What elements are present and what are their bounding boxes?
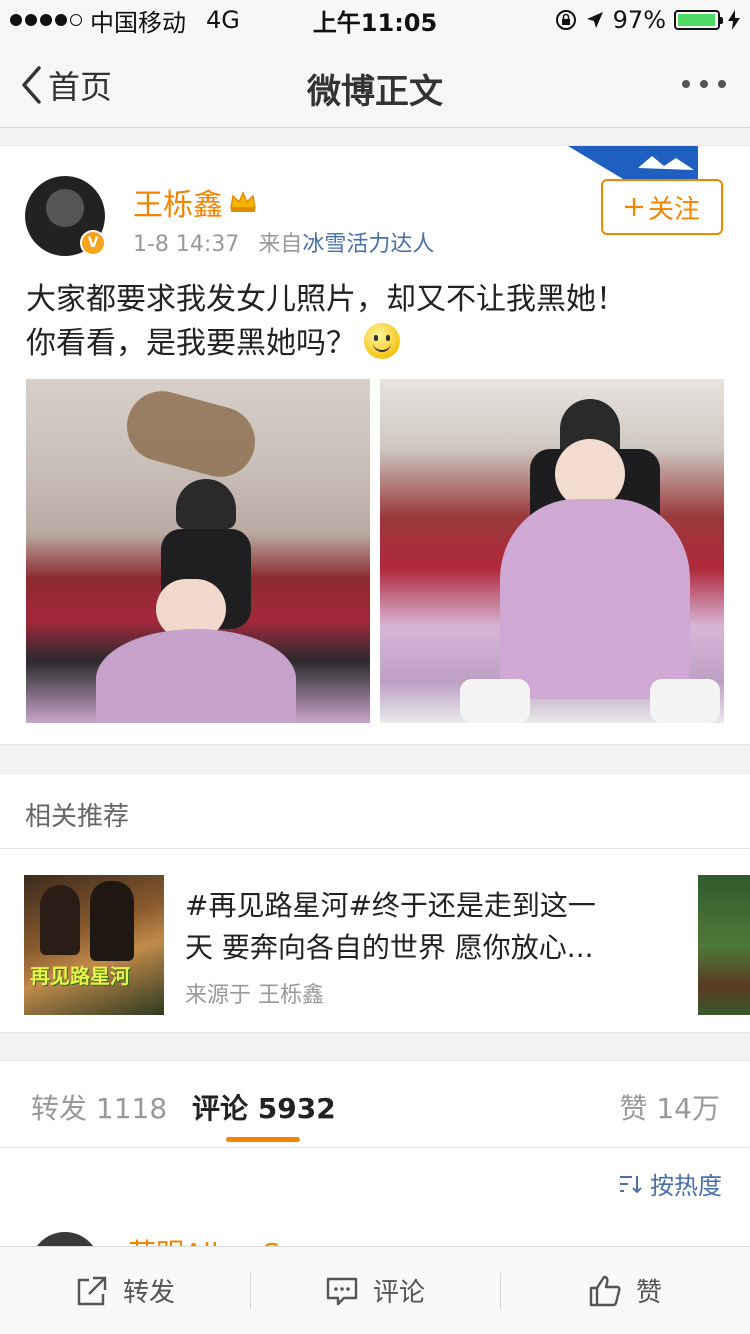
smile-emoji-icon xyxy=(364,323,400,359)
tab-like[interactable]: 赞 14万 xyxy=(619,1087,720,1127)
author-name: 王栎鑫 xyxy=(133,188,223,223)
comment-label: 评论 xyxy=(372,1278,425,1308)
comment-icon xyxy=(326,1277,358,1305)
post-card: V 王栎鑫 1-8 14:37 来自冰雪活力达人 关注 大家都要求我发女儿照片，… xyxy=(0,145,750,745)
post-text: 大家都要求我发女儿照片，却又不让我黑她！ 你看看，是我要黑她吗？ xyxy=(26,278,726,366)
share-icon xyxy=(77,1276,107,1305)
comment-preview[interactable]: 范明Allen Su xyxy=(0,1218,750,1248)
status-bar: 中国移动 4G 上午11:05 97% xyxy=(0,0,750,40)
post-meta: 1-8 14:37 来自冰雪活力达人 xyxy=(133,226,434,258)
like-label: 赞 xyxy=(635,1278,662,1308)
related-thumb-title: 再见路星河 xyxy=(30,964,130,988)
sort-by-hot-button[interactable]: 按热度 xyxy=(618,1166,722,1201)
corner-badge-icon xyxy=(568,146,698,182)
post-image[interactable] xyxy=(26,379,370,723)
post-text-line: 大家都要求我发女儿照片，却又不让我黑她！ xyxy=(26,282,626,317)
bottom-action-bar: 转发 评论 赞 xyxy=(0,1246,750,1334)
rotation-lock-icon xyxy=(555,10,576,30)
source-prefix: 来自 xyxy=(258,232,303,257)
sort-label: 按热度 xyxy=(650,1172,722,1200)
repost-button[interactable]: 转发 xyxy=(0,1247,250,1334)
thumbs-up-icon xyxy=(589,1275,621,1306)
status-right: 97% xyxy=(555,6,740,34)
vip-crown-icon xyxy=(230,191,256,212)
location-arrow-icon xyxy=(586,12,603,28)
tab-comment[interactable]: 评论 5932 xyxy=(192,1087,336,1127)
plus-icon xyxy=(624,198,643,216)
battery-percent: 97% xyxy=(612,6,666,34)
post-image[interactable] xyxy=(380,379,724,723)
related-thumbnail-next[interactable] xyxy=(698,875,750,1015)
author-name-row[interactable]: 王栎鑫 xyxy=(133,180,257,224)
nav-bar: 首页 微博正文 xyxy=(0,40,750,128)
related-text-line: #再见路星河#终于还是走到这一 xyxy=(185,889,596,922)
like-button[interactable]: 赞 xyxy=(500,1247,750,1334)
battery-icon xyxy=(674,10,723,30)
related-text-line: 天 要奔向各自的世界 愿你放心... xyxy=(185,931,594,964)
active-tab-indicator xyxy=(226,1137,300,1142)
related-header: 相关推荐 xyxy=(0,773,750,849)
comment-button[interactable]: 评论 xyxy=(250,1247,500,1334)
charging-bolt-icon xyxy=(728,10,740,30)
more-dot-icon xyxy=(682,80,690,88)
verified-badge-icon: V xyxy=(80,230,106,256)
post-text-line: 你看看，是我要黑她吗？ xyxy=(26,326,356,361)
more-dot-icon xyxy=(700,80,708,88)
related-item[interactable]: 再见路星河 #再见路星河#终于还是走到这一 天 要奔向各自的世界 愿你放心...… xyxy=(0,849,750,1033)
sort-row: 按热度 xyxy=(0,1148,750,1218)
repost-label: 转发 xyxy=(122,1278,175,1308)
follow-button[interactable]: 关注 xyxy=(601,179,723,235)
follow-label: 关注 xyxy=(647,194,700,225)
tab-repost[interactable]: 转发 1118 xyxy=(31,1087,167,1127)
post-time: 1-8 14:37 xyxy=(133,232,240,257)
more-dot-icon xyxy=(718,80,726,88)
post-text-line-2: 你看看，是我要黑她吗？ xyxy=(26,322,726,366)
related-text: #再见路星河#终于还是走到这一 天 要奔向各自的世界 愿你放心... xyxy=(185,885,655,969)
interaction-tabs: 转发 1118 评论 5932 赞 14万 xyxy=(0,1060,750,1148)
related-title: 相关推荐 xyxy=(25,802,130,832)
sort-icon xyxy=(620,1175,642,1193)
page-title: 微博正文 xyxy=(307,72,443,112)
related-thumbnail: 再见路星河 xyxy=(24,875,164,1015)
post-source-link[interactable]: 冰雪活力达人 xyxy=(302,232,434,257)
related-source: 来源于 王栎鑫 xyxy=(185,983,324,1008)
more-menu-button[interactable] xyxy=(682,80,726,88)
